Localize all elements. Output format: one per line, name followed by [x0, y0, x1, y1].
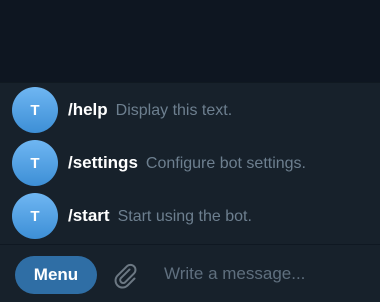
bot-avatar: T — [12, 87, 58, 133]
command-text: /settings Configure bot settings. — [68, 153, 306, 174]
command-description: Display this text. — [115, 101, 233, 119]
message-input-bar: Menu — [0, 244, 380, 302]
command-item-settings[interactable]: T /settings Configure bot settings. — [0, 136, 380, 190]
command-item-help[interactable]: T /help Display this text. — [0, 83, 380, 137]
paperclip-icon-graphic — [114, 263, 137, 289]
command-text: /help Display this text. — [68, 100, 232, 121]
menu-button[interactable]: Menu — [15, 256, 97, 294]
command-name: /settings — [68, 152, 138, 172]
command-name: /help — [68, 99, 108, 119]
command-text: /start Start using the bot. — [68, 206, 252, 227]
bot-avatar: T — [12, 193, 58, 239]
command-name: /start — [68, 205, 110, 225]
command-description: Configure bot settings. — [145, 154, 306, 172]
paperclip-icon[interactable] — [110, 260, 140, 290]
command-item-start[interactable]: T /start Start using the bot. — [0, 189, 380, 243]
command-description: Start using the bot. — [117, 207, 252, 225]
bot-commands-panel: T /help Display this text. T /settings Con… — [0, 82, 380, 244]
message-input[interactable] — [164, 259, 364, 289]
telegram-chat-window: T /help Display this text. T /settings Con… — [0, 0, 380, 302]
chat-history-area — [0, 0, 380, 82]
bot-avatar: T — [12, 140, 58, 186]
